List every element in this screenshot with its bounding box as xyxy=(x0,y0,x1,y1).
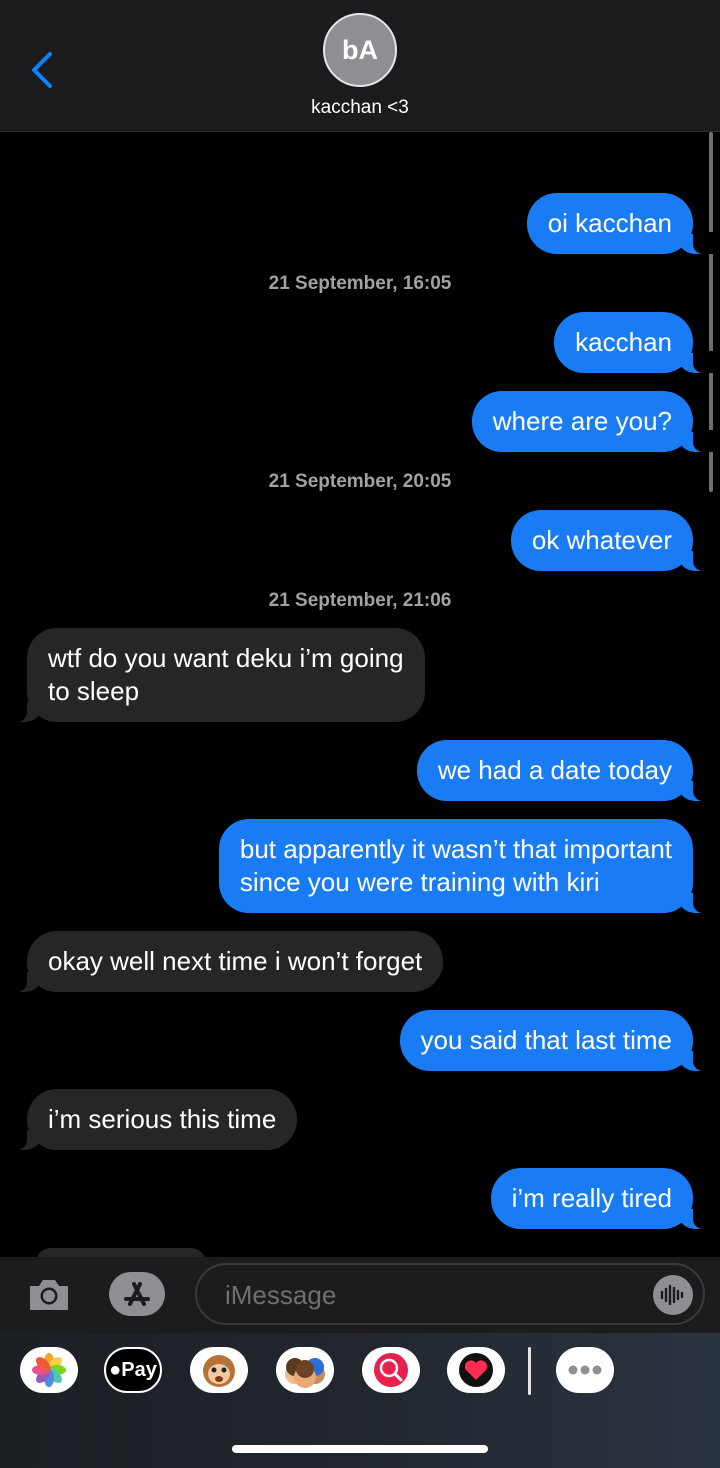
animoji-icon xyxy=(203,1355,235,1387)
sent-message-bubble[interactable]: we had a date today xyxy=(416,740,714,801)
waveform-icon xyxy=(660,1284,684,1306)
photos-app-button[interactable] xyxy=(20,1347,78,1393)
message-field[interactable] xyxy=(195,1263,705,1325)
received-message-bubble[interactable]: okay well next time i won’t forget xyxy=(6,931,444,992)
timestamp: 21 September, 20:05 xyxy=(268,471,452,492)
timestamp: 21 September, 21:06 xyxy=(268,590,452,611)
app-store-button[interactable] xyxy=(109,1272,165,1316)
digital-touch-button[interactable] xyxy=(447,1347,505,1393)
message-text: i’m serious this time xyxy=(48,1104,277,1134)
apple-pay-button[interactable]: ●Pay xyxy=(104,1347,162,1393)
home-indicator[interactable] xyxy=(232,1445,488,1453)
memoji-icon xyxy=(285,1358,325,1388)
audio-message-button[interactable] xyxy=(653,1275,693,1315)
received-message-bubble[interactable]: wtf do you want deku i’m going to sleep xyxy=(7,628,425,722)
sent-message-bubble[interactable]: but apparently it wasn’t that important … xyxy=(218,819,714,913)
sent-message-bubble[interactable]: where are you? xyxy=(471,391,714,452)
photos-app-icon xyxy=(32,1353,66,1387)
message-text: i’m really tired xyxy=(511,1183,672,1213)
message-text: okay well next time i won’t forget xyxy=(48,946,423,976)
app-drawer: ●Pay xyxy=(0,1333,720,1468)
message-text: oi kacchan xyxy=(547,208,672,238)
animoji-button[interactable] xyxy=(190,1347,248,1393)
sent-message-bubble[interactable]: i’m really tired xyxy=(490,1168,714,1229)
message-text: wtf do you want deku i’m going xyxy=(48,643,404,673)
contact-avatar[interactable]: bA xyxy=(323,13,397,87)
sent-message-bubble[interactable]: you said that last time xyxy=(399,1010,714,1071)
web-images-search-icon xyxy=(374,1353,408,1387)
message-text: but apparently it wasn’t that important xyxy=(239,834,672,864)
app-drawer-divider xyxy=(528,1347,531,1395)
sent-message-bubble[interactable]: ok whatever xyxy=(510,510,714,571)
apple-logo-icon: ● xyxy=(109,1358,122,1381)
message-text-line-2: since you were training with kiri xyxy=(239,867,600,897)
message-input[interactable] xyxy=(223,1277,627,1313)
more-apps-button[interactable] xyxy=(556,1347,614,1393)
chevron-left-icon xyxy=(32,52,52,88)
message-text-line-2: to sleep xyxy=(48,676,140,706)
received-message-bubble[interactable]: i’m serious this time xyxy=(6,1089,298,1150)
web-images-search-button[interactable] xyxy=(362,1347,420,1393)
timestamp: 21 September, 16:05 xyxy=(268,273,452,294)
memoji-button[interactable] xyxy=(276,1347,334,1393)
message-text: kacchan xyxy=(575,327,672,357)
message-text: we had a date today xyxy=(437,755,672,785)
message-thread[interactable]: oi kacchan 21 September, 16:05 kacchan w… xyxy=(0,132,720,1257)
back-button[interactable] xyxy=(28,50,58,90)
sent-message-bubble[interactable]: kacchan xyxy=(554,312,713,373)
camera-icon xyxy=(30,1280,68,1310)
apple-pay-label: Pay xyxy=(121,1358,157,1381)
conversation-header: bA kacchan <3 xyxy=(0,0,720,132)
message-text: you said that last time xyxy=(420,1025,672,1055)
partial-received-bubble xyxy=(36,1248,206,1257)
contact-name[interactable]: kacchan <3 xyxy=(0,97,720,119)
more-apps-icon xyxy=(568,1365,602,1375)
sent-message-bubble[interactable]: oi kacchan xyxy=(526,193,714,254)
compose-bar xyxy=(0,1257,720,1333)
message-text: ok whatever xyxy=(531,525,672,555)
apple-pay-icon: ●Pay xyxy=(109,1359,157,1382)
app-store-icon xyxy=(124,1282,150,1306)
message-text: where are you? xyxy=(492,406,672,436)
camera-button[interactable] xyxy=(26,1275,72,1313)
digital-touch-icon xyxy=(459,1353,493,1387)
